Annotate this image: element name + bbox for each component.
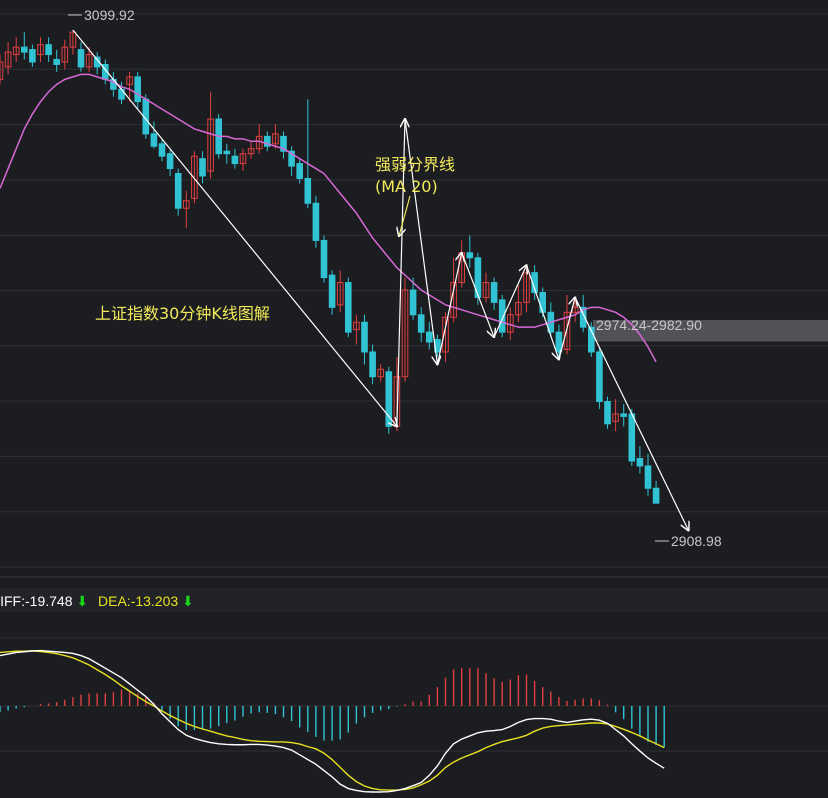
zone-price-label: 2974.24-2982.90 bbox=[596, 317, 702, 333]
wave-lines bbox=[68, 14, 689, 542]
candle-body bbox=[150, 133, 158, 147]
candle-body bbox=[45, 44, 52, 56]
high-price-label: 3099.92 bbox=[84, 7, 135, 23]
candle-body bbox=[596, 351, 603, 403]
candle-body bbox=[320, 239, 328, 279]
wave-segment bbox=[72, 29, 397, 426]
candle-body bbox=[223, 150, 231, 155]
chart-title: 上证指数30分钟K线图解 bbox=[95, 304, 270, 323]
candle-body bbox=[604, 401, 611, 425]
candle-body bbox=[636, 458, 644, 467]
candle-body bbox=[29, 49, 36, 63]
ma-annotation-line1: 强弱分界线 bbox=[375, 155, 455, 174]
candle-body bbox=[312, 202, 320, 241]
low-price-label: 2908.98 bbox=[671, 533, 722, 549]
annotation-arrow bbox=[399, 195, 411, 236]
candle-body bbox=[118, 88, 125, 100]
candle-body bbox=[166, 153, 174, 170]
dea-label: DEA: bbox=[98, 593, 131, 609]
candle-body bbox=[199, 158, 206, 177]
candle-body bbox=[134, 76, 141, 103]
dif-label: DIFF: bbox=[0, 593, 25, 609]
candle-body bbox=[628, 413, 636, 462]
macd-header: DIFF:-19.748 ⬇ DEA:-13.203 ⬇ bbox=[0, 588, 828, 612]
candle-body bbox=[369, 351, 376, 378]
chart-labels: 3099.92 2908.98 2974.24-2982.90 上证指数30分钟… bbox=[84, 7, 722, 549]
candle-body bbox=[555, 331, 563, 353]
candle-body bbox=[466, 252, 474, 259]
candle-body bbox=[158, 143, 166, 157]
candle-body bbox=[231, 155, 239, 165]
candle-body bbox=[409, 289, 417, 316]
candle-body bbox=[21, 46, 28, 53]
macd-panel bbox=[0, 637, 828, 793]
candles-group bbox=[0, 29, 660, 504]
dif-value: -19.748 bbox=[25, 593, 73, 609]
candle-body bbox=[644, 465, 652, 489]
candle-body bbox=[174, 173, 182, 209]
down-arrow-icon: ⬇ bbox=[72, 593, 88, 609]
candlestick-chart: 3099.92 2908.98 2974.24-2982.90 上证指数30分钟… bbox=[0, 7, 828, 793]
candle-body bbox=[361, 321, 368, 353]
candle-body bbox=[426, 331, 433, 343]
candle-body bbox=[328, 274, 336, 308]
ma-annotation-line2: (MA 20) bbox=[375, 177, 438, 196]
candle-body bbox=[53, 59, 61, 65]
candle-body bbox=[296, 163, 303, 179]
candle-body bbox=[417, 314, 425, 333]
dea-value: -13.203 bbox=[131, 593, 179, 609]
down-arrow-icon: ⬇ bbox=[178, 593, 194, 609]
candle-body bbox=[77, 49, 85, 68]
candle-body bbox=[345, 282, 352, 333]
candle-body bbox=[620, 413, 628, 417]
candle-body bbox=[539, 291, 547, 313]
candle-body bbox=[304, 177, 312, 204]
candle-body bbox=[652, 487, 660, 504]
candle-body bbox=[490, 282, 498, 303]
